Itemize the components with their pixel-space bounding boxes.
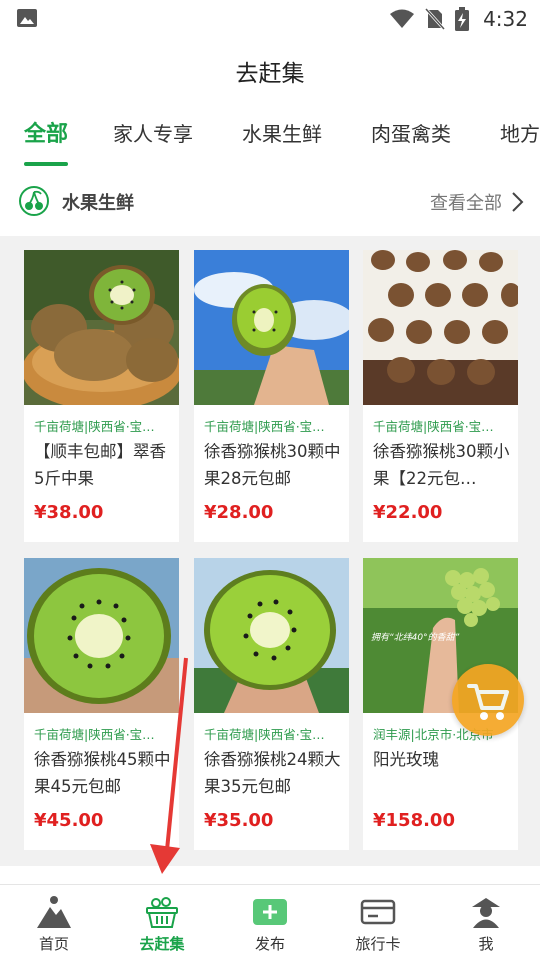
product-origin: 千亩荷塘|陕西省·宝… [204, 727, 325, 742]
product-card[interactable]: 千亩荷塘|陕西省·宝… 徐香猕猴桃45颗中果45元包邮 ¥45.00 [24, 558, 179, 850]
page-title: 去赶集 [235, 61, 305, 87]
wifi-icon [390, 9, 415, 28]
product-grid: 千亩荷塘|陕西省·宝… 【顺丰包邮】翠香5斤中果 ¥38.00 千亩荷塘|陕西省… [0, 236, 540, 866]
product-name: 徐香猕猴桃24颗大果35元包邮 [204, 750, 341, 796]
product-name: 【顺丰包邮】翠香5斤中果 [34, 442, 166, 488]
product-price: ¥22.00 [373, 502, 443, 523]
product-card[interactable]: 千亩荷塘|陕西省·宝… 【顺丰包邮】翠香5斤中果 ¥38.00 [24, 250, 179, 542]
product-image[interactable] [363, 250, 518, 405]
status-time: 4:32 [483, 7, 528, 31]
tab-fresh-fruit[interactable]: 水果生鲜 [242, 118, 322, 147]
market-basket-icon [146, 897, 178, 928]
product-price: ¥45.00 [34, 810, 104, 831]
nav-label: 旅行卡 [355, 935, 401, 953]
product-name: 阳光玫瑰 [373, 750, 439, 769]
product-origin: 千亩荷塘|陕西省·宝… [204, 419, 325, 434]
tab-all[interactable]: 全部 [24, 116, 68, 148]
product-price: ¥35.00 [204, 810, 274, 831]
title-bar: 去赶集 [0, 38, 540, 104]
no-sim-icon [425, 8, 446, 30]
product-name: 徐香猕猴桃30颗小果【22元包… [373, 442, 510, 488]
product-name: 徐香猕猴桃45颗中果45元包邮 [34, 750, 171, 796]
battery-charging-icon [455, 7, 470, 31]
chevron-right-icon[interactable] [510, 191, 524, 213]
product-image[interactable] [24, 558, 179, 713]
product-image[interactable] [194, 558, 349, 713]
product-origin: 千亩荷塘|陕西省·宝… [34, 727, 155, 742]
view-all-link[interactable]: 查看全部 [430, 189, 502, 215]
product-name: 徐香猕猴桃30颗中果28元包邮 [204, 442, 341, 488]
nav-item-travel-card[interactable]: 旅行卡 [324, 885, 432, 960]
nav-item-publish[interactable]: 发布 [216, 885, 324, 960]
cherry-icon [19, 186, 49, 216]
tab-meat-eggs-poultry[interactable]: 肉蛋禽类 [371, 118, 451, 147]
product-card[interactable]: 千亩荷塘|陕西省·宝… 徐香猕猴桃30颗小果【22元包… ¥22.00 [363, 250, 518, 542]
nav-label: 发布 [254, 935, 285, 953]
product-price: ¥38.00 [34, 502, 104, 523]
product-origin: 千亩荷塘|陕西省·宝… [34, 419, 155, 434]
nav-item-me[interactable]: 我 [432, 885, 540, 960]
publish-plus-icon [253, 899, 287, 925]
product-image[interactable] [194, 250, 349, 405]
section-header: 水果生鲜 查看全部 [0, 166, 540, 236]
bottom-nav: 首页 去赶集 发布 旅行卡 我 [0, 884, 540, 960]
category-tabs: 全部 家人专享 水果生鲜 肉蛋禽类 地方 [0, 104, 540, 166]
image-notification-icon [17, 9, 37, 27]
nav-label: 去赶集 [139, 935, 185, 953]
floating-cart-button[interactable] [452, 664, 524, 736]
product-price: ¥28.00 [204, 502, 274, 523]
nav-item-home[interactable]: 首页 [0, 885, 108, 960]
product-card[interactable]: 千亩荷塘|陕西省·宝… 徐香猕猴桃30颗中果28元包邮 ¥28.00 [194, 250, 349, 542]
nav-item-market[interactable]: 去赶集 [108, 885, 216, 960]
tab-local[interactable]: 地方 [500, 118, 540, 147]
product-card[interactable]: 千亩荷塘|陕西省·宝… 徐香猕猴桃24颗大果35元包邮 ¥35.00 [194, 558, 349, 850]
product-image[interactable] [24, 250, 179, 405]
profile-icon [472, 898, 500, 928]
tab-family-exclusive[interactable]: 家人专享 [113, 118, 193, 147]
shopping-cart-icon [467, 684, 509, 720]
status-bar: 4:32 [0, 0, 540, 38]
travel-card-icon [360, 899, 396, 925]
product-price: ¥158.00 [373, 810, 455, 831]
home-mountain-icon [37, 896, 71, 928]
section-title: 水果生鲜 [62, 193, 134, 214]
grape-slogan: 拥有“北纬40°的香甜” [371, 632, 460, 643]
nav-label: 首页 [38, 935, 69, 953]
product-origin: 千亩荷塘|陕西省·宝… [373, 419, 494, 434]
nav-label: 我 [478, 935, 494, 953]
